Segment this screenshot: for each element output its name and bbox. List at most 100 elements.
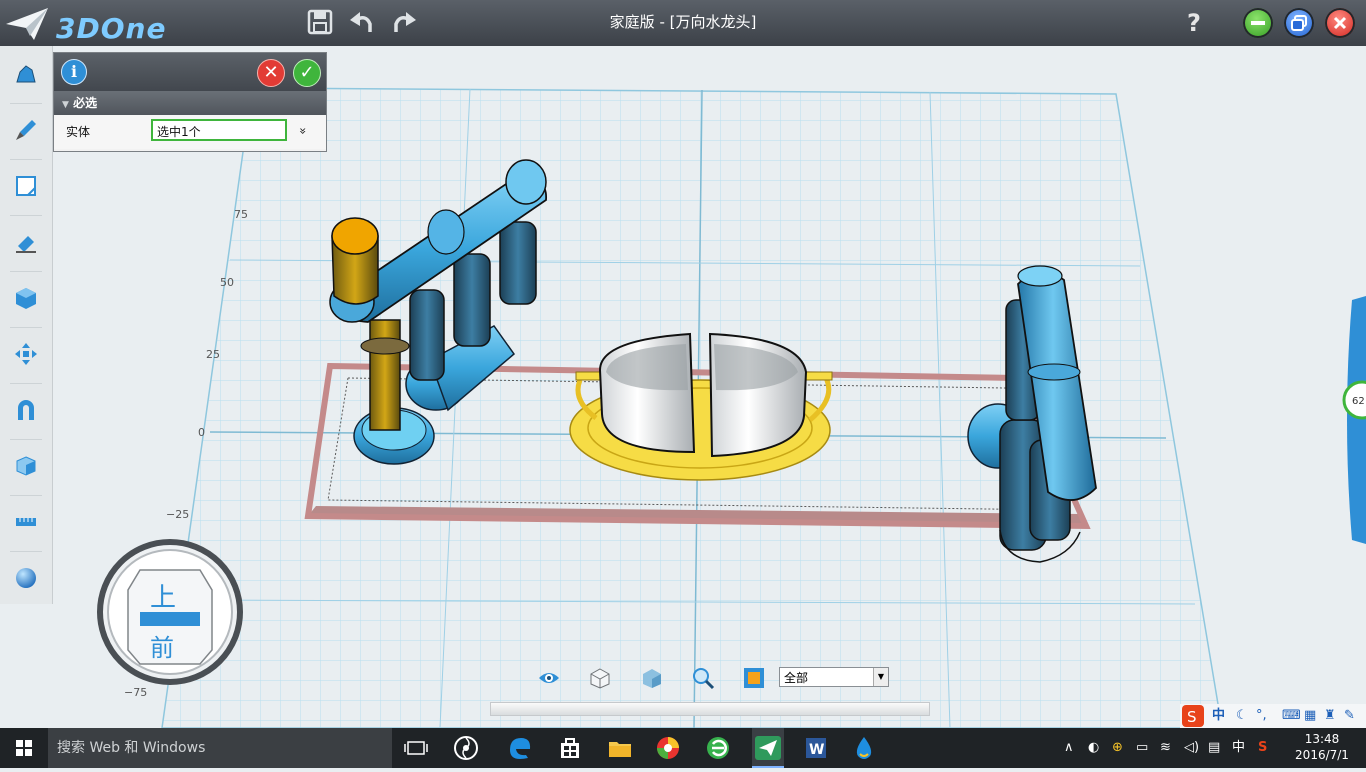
- taskbar-app-word[interactable]: W: [802, 734, 830, 762]
- ime-toolbar: S 中 ☾ °, ⌨ ▦ ♜ ✎: [1180, 704, 1366, 728]
- view-toolbar-base: [490, 702, 930, 716]
- shaded-button[interactable]: [640, 666, 664, 690]
- minimize-icon: [1251, 21, 1265, 25]
- filter-select-value: 全部: [784, 671, 809, 685]
- ruler-icon: [16, 518, 36, 526]
- tray-wifi-icon[interactable]: ≋: [1160, 738, 1171, 758]
- transform-tool-button[interactable]: [6, 328, 46, 384]
- start-button[interactable]: [0, 728, 48, 768]
- view-cube[interactable]: 上 前: [97, 539, 243, 685]
- tray-sogou-icon[interactable]: S: [1258, 738, 1267, 758]
- svg-text:S: S: [1187, 708, 1197, 726]
- array-tool-button[interactable]: [6, 440, 46, 496]
- tray-power-icon[interactable]: ▭: [1136, 738, 1148, 758]
- taskbar-app-explorer[interactable]: [606, 734, 634, 762]
- close-button[interactable]: [1325, 8, 1355, 38]
- grid-icon[interactable]: ▦: [1304, 707, 1316, 725]
- sogou-icon[interactable]: S: [1182, 705, 1204, 727]
- clock-time: 13:48: [1304, 732, 1340, 746]
- taskbar-search[interactable]: 搜索 Web 和 Windows: [48, 728, 392, 768]
- drop-icon: [856, 737, 872, 759]
- render-button[interactable]: [742, 666, 766, 690]
- help-button[interactable]: ?: [1182, 6, 1206, 40]
- title-bar: 3DOne 家庭版 - [万向水龙头] ?: [0, 0, 1366, 46]
- tray-chevron-icon[interactable]: ∧: [1064, 738, 1074, 758]
- taskbar-app-fan[interactable]: [452, 734, 480, 762]
- combine-tool-button[interactable]: [6, 384, 46, 440]
- task-view-button[interactable]: [402, 734, 430, 762]
- close-icon: [1333, 16, 1347, 30]
- store-icon: [561, 738, 579, 758]
- panel-header: i ✕ ✓: [54, 53, 326, 91]
- edge-icon: [510, 738, 531, 759]
- command-panel: i ✕ ✓ ▼ 必选 实体 选中1个 »: [53, 52, 327, 152]
- eye-icon: [539, 673, 559, 683]
- browser-icon: [657, 737, 679, 759]
- clock-date: 2016/7/1: [1295, 748, 1349, 762]
- tray-lang[interactable]: 中: [1232, 738, 1245, 758]
- wire-cube-icon: [590, 668, 610, 689]
- taskbar-app-store[interactable]: [556, 734, 584, 762]
- tray-plus-icon[interactable]: ⊕: [1112, 738, 1123, 758]
- zoom-button[interactable]: [691, 666, 715, 690]
- moon-icon[interactable]: ☾: [1236, 707, 1248, 725]
- sketch-tool-button[interactable]: [6, 104, 46, 160]
- axis-label-75: 75: [234, 208, 248, 221]
- axis-label-25: 25: [206, 348, 220, 361]
- taskbar-clock[interactable]: 13:48 2016/7/1: [1282, 731, 1362, 763]
- entity-field[interactable]: 选中1个: [151, 119, 287, 141]
- taskbar-app-edge[interactable]: [506, 734, 534, 762]
- shape-tool-button[interactable]: [6, 48, 46, 104]
- entity-row: 实体 选中1个 »: [54, 115, 326, 149]
- stacked-cube-icon: [16, 456, 36, 476]
- magnet-icon: [18, 400, 34, 420]
- edit-sketch-tool-button[interactable]: [6, 160, 46, 216]
- restore-icon: [1291, 15, 1307, 31]
- material-tool-button[interactable]: [6, 552, 46, 608]
- taskbar-app-3done[interactable]: [752, 728, 784, 768]
- view-toolbar: 全部 ▼: [490, 660, 930, 716]
- view-toggle-button[interactable]: [537, 666, 561, 690]
- distance-tool-button[interactable]: [6, 496, 46, 552]
- entity-label: 实体: [66, 125, 91, 139]
- cube-icon: [16, 288, 36, 309]
- minimize-button[interactable]: [1243, 8, 1273, 38]
- keyboard-icon[interactable]: ⌨: [1282, 707, 1301, 725]
- ok-button[interactable]: ✓: [293, 59, 321, 87]
- punct-icon[interactable]: °,: [1256, 707, 1267, 725]
- dropdown-arrow-icon: ▼: [873, 668, 888, 686]
- brush-icon: [16, 120, 36, 140]
- taskbar-app-browser[interactable]: [654, 734, 682, 762]
- task-view-icon: [404, 741, 428, 755]
- paper-plane-icon: [755, 736, 781, 760]
- move-arrows-icon: [15, 343, 37, 365]
- render-icon: [744, 668, 764, 688]
- side-badge-text: 62: [1352, 396, 1365, 407]
- expand-chevron-icon[interactable]: »: [293, 122, 313, 140]
- ime-lang[interactable]: 中: [1212, 707, 1225, 725]
- info-icon[interactable]: i: [61, 59, 87, 85]
- special-tool-button[interactable]: [6, 272, 46, 328]
- filter-select[interactable]: 全部 ▼: [779, 667, 889, 687]
- zoom-icon: [693, 668, 715, 690]
- svg-text:W: W: [809, 742, 824, 758]
- restore-button[interactable]: [1284, 8, 1314, 38]
- taskbar-app-drop[interactable]: [850, 734, 878, 762]
- view-cube-front-label: 前: [150, 634, 174, 662]
- wrench-icon[interactable]: ✎: [1344, 707, 1355, 725]
- view-cube-top-label: 上: [150, 583, 176, 613]
- feature-tool-button[interactable]: [6, 216, 46, 272]
- tray-volume-icon[interactable]: ◁): [1184, 738, 1199, 758]
- taskbar-app-360[interactable]: [704, 734, 732, 762]
- folder-icon: [609, 742, 631, 757]
- eraser-icon: [16, 236, 36, 253]
- shirt-icon[interactable]: ♜: [1324, 707, 1336, 725]
- wireframe-button[interactable]: [588, 666, 612, 690]
- cloud-shape-icon: [16, 65, 36, 83]
- axis-label-minus75: −75: [124, 686, 147, 699]
- sphere-icon: [16, 568, 36, 588]
- tray-notification-icon[interactable]: ▤: [1208, 738, 1220, 758]
- cancel-button[interactable]: ✕: [257, 59, 285, 87]
- tray-qq-icon[interactable]: ◐: [1088, 738, 1099, 758]
- section-required[interactable]: ▼ 必选: [54, 91, 326, 115]
